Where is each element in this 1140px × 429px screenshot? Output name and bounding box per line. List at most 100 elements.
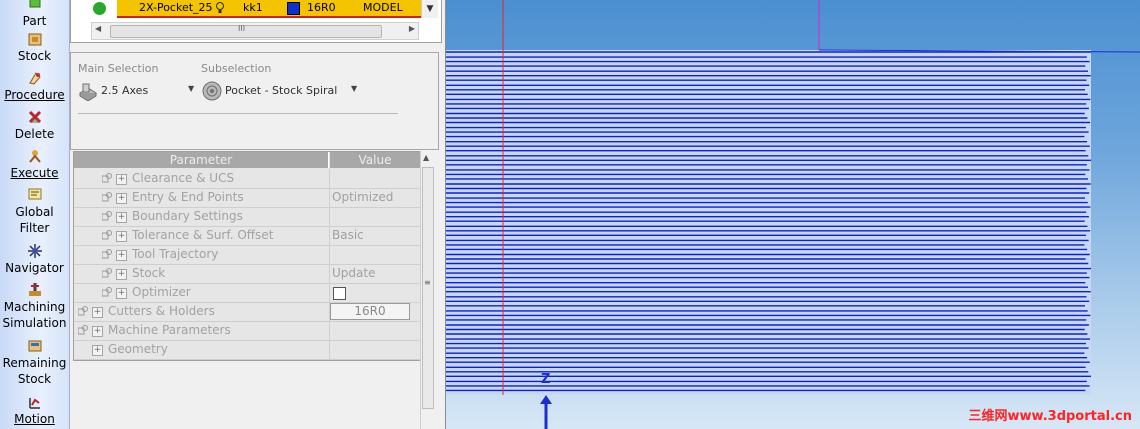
- parameter-node-icon: [78, 306, 88, 316]
- operation-cutter: 16R0: [307, 1, 336, 14]
- parameter-row[interactable]: + Tolerance & Surf. Offset Basic: [74, 226, 420, 246]
- global-filter-button[interactable]: Global Filter: [0, 187, 69, 236]
- parameter-name: Boundary Settings: [132, 209, 243, 223]
- delete-label: Delete: [14, 127, 55, 141]
- parameter-value[interactable]: Basic: [332, 226, 364, 244]
- scroll-right-arrow-icon[interactable]: ▶: [409, 24, 415, 33]
- subselection-label: Subselection: [201, 62, 272, 75]
- parameter-row[interactable]: + Boundary Settings: [74, 207, 420, 227]
- stock-label: Stock: [17, 49, 52, 63]
- value-column-header: Value: [330, 152, 420, 168]
- optimizer-checkbox[interactable]: [333, 287, 346, 300]
- delete-button[interactable]: Delete: [0, 109, 69, 142]
- operation-list: 2X-Pocket_25 kk1 16R0 MODEL ▼ ◀ III ▶: [70, 0, 442, 43]
- operation-list-horizontal-scrollbar[interactable]: ◀ III ▶: [91, 22, 419, 40]
- machining-simulation-button[interactable]: Machining Simulation: [0, 282, 69, 331]
- parameter-node-icon: [102, 192, 112, 202]
- z-axis-arrow-head: [540, 395, 552, 404]
- remaining-stock-label-line2: Stock: [17, 372, 52, 386]
- parameter-row[interactable]: + Machine Parameters: [74, 321, 420, 341]
- procedure-icon: [28, 72, 41, 85]
- column-separator: [329, 340, 330, 359]
- navigator-icon: [27, 244, 42, 258]
- parameter-node-icon: [102, 173, 112, 183]
- vertical-scroll-grip: ≡: [424, 278, 431, 287]
- procedure-label: Procedure: [4, 88, 65, 102]
- operation-list-scroll-down[interactable]: ▼: [421, 0, 438, 18]
- column-separator: [329, 207, 330, 226]
- machining-simulation-label: Machining: [3, 300, 66, 314]
- remaining-stock-label: Remaining: [2, 356, 67, 370]
- column-separator: [329, 321, 330, 340]
- procedure-panel: 2X-Pocket_25 kk1 16R0 MODEL ▼ ◀ III ▶ Ma…: [70, 0, 446, 429]
- motion-icon: [28, 398, 40, 409]
- parameter-node-icon: [102, 249, 112, 259]
- parameter-row[interactable]: + Stock Update: [74, 264, 420, 284]
- expand-plus-icon[interactable]: +: [116, 212, 127, 223]
- main-selection-dropdown[interactable]: 2.5 Axes ▼: [78, 79, 196, 103]
- global-filter-icon: [28, 188, 41, 200]
- part-button[interactable]: Part: [0, 0, 69, 29]
- expand-plus-icon[interactable]: +: [116, 250, 127, 261]
- parameter-value[interactable]: Optimized: [332, 188, 393, 206]
- motion-button[interactable]: Motion: [0, 394, 69, 427]
- expand-plus-icon[interactable]: +: [116, 288, 127, 299]
- parameter-row[interactable]: + Optimizer: [74, 283, 420, 303]
- parameter-row[interactable]: + Clearance & UCS: [74, 169, 420, 189]
- parameter-column-header: Parameter: [74, 152, 329, 168]
- machining-simulation-icon: [28, 283, 41, 296]
- column-separator: [329, 283, 330, 302]
- parameter-row[interactable]: + Entry & End Points Optimized: [74, 188, 420, 208]
- parameter-row[interactable]: + Cutters & Holders 16R0: [74, 302, 420, 322]
- subselection-value: Pocket - Stock Spiral: [225, 84, 338, 97]
- graphics-viewport[interactable]: Z 三维网www.3dportal.cn: [446, 0, 1140, 429]
- operation-coordinate: MODEL: [363, 1, 403, 14]
- parameter-table-scrollbar[interactable]: ▲ ≡: [420, 151, 434, 429]
- selection-box: Main Selection Subselection 2.5 Axes ▼ P…: [70, 52, 439, 150]
- cutter-select-button[interactable]: 16R0: [330, 303, 410, 320]
- stock-button[interactable]: Stock: [0, 31, 69, 64]
- expand-plus-icon[interactable]: +: [116, 193, 127, 204]
- z-axis-label: Z: [541, 372, 551, 387]
- parameter-node-icon: [102, 211, 112, 221]
- part-label: Part: [22, 14, 47, 28]
- expand-plus-icon[interactable]: +: [116, 231, 127, 242]
- parameter-table: Parameter Value + Clearance & UCS + Entry &…: [73, 151, 421, 361]
- viewport-canvas: [446, 0, 1140, 429]
- execute-icon: [28, 150, 41, 163]
- column-separator: [329, 188, 330, 207]
- expand-plus-icon[interactable]: +: [92, 307, 103, 318]
- scroll-up-arrow-icon[interactable]: ▲: [423, 153, 429, 162]
- operation-name: 2X-Pocket_25: [139, 1, 213, 14]
- expand-plus-icon[interactable]: +: [116, 174, 127, 185]
- main-selection-value: 2.5 Axes: [101, 84, 149, 97]
- remaining-stock-button[interactable]: Remaining Stock: [0, 338, 69, 387]
- operation-row[interactable]: 2X-Pocket_25 kk1 16R0 MODEL: [117, 0, 421, 18]
- parameter-row[interactable]: + Tool Trajectory: [74, 245, 420, 265]
- expand-plus-icon[interactable]: +: [116, 269, 127, 280]
- navigator-button[interactable]: Navigator: [0, 243, 69, 276]
- remaining-stock-icon: [28, 340, 41, 352]
- parameter-name: Optimizer: [132, 285, 191, 299]
- part-icon: [29, 0, 40, 8]
- expand-plus-icon[interactable]: +: [92, 326, 103, 337]
- lightbulb-icon: [216, 2, 224, 13]
- execute-button[interactable]: Execute: [0, 148, 69, 181]
- parameter-name: Cutters & Holders: [108, 304, 215, 318]
- horizontal-scroll-thumb[interactable]: III: [110, 24, 382, 38]
- column-separator: [329, 245, 330, 264]
- scroll-left-arrow-icon[interactable]: ◀: [95, 24, 101, 33]
- chevron-down-icon: ▼: [188, 84, 195, 93]
- parameter-node-icon: [102, 230, 112, 240]
- vertical-scroll-thumb[interactable]: ≡: [422, 167, 434, 409]
- procedure-button[interactable]: Procedure: [0, 70, 69, 103]
- parameter-value[interactable]: Update: [332, 264, 375, 282]
- parameter-name: Entry & End Points: [132, 190, 244, 204]
- tool-color-swatch: [287, 2, 300, 15]
- subselection-dropdown[interactable]: Pocket - Stock Spiral ▼: [201, 79, 361, 103]
- execute-label: Execute: [10, 166, 59, 180]
- parameter-name: Stock: [132, 266, 166, 280]
- stock-icon: [28, 33, 41, 46]
- parameter-row[interactable]: + Geometry: [74, 340, 420, 360]
- expand-plus-icon[interactable]: +: [92, 345, 103, 356]
